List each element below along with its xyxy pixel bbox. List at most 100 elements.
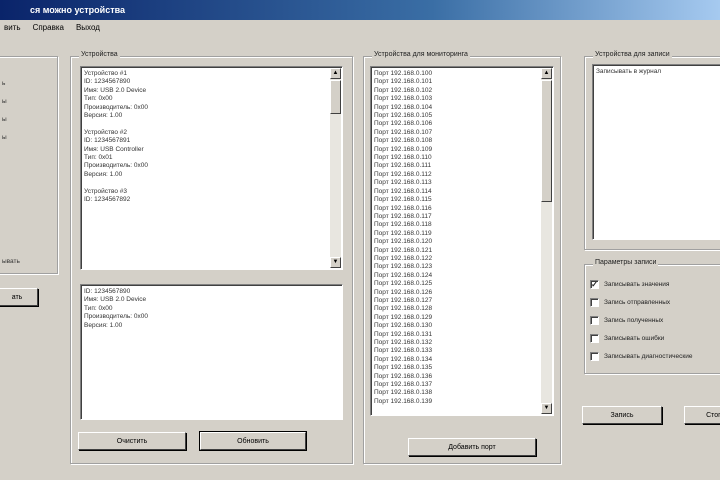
- scroll-down-icon[interactable]: ▼: [330, 257, 341, 268]
- add-port-button[interactable]: Добавить порт: [408, 438, 536, 456]
- list-item[interactable]: Порт 192.168.0.108: [374, 137, 553, 145]
- list-item[interactable]: Порт 192.168.0.132: [374, 339, 553, 347]
- list-item[interactable]: Производитель: 0x00: [84, 162, 342, 170]
- list-item[interactable]: Тип: 0x00: [84, 305, 342, 313]
- checkbox-1[interactable]: [590, 298, 599, 307]
- monitor-scroll-thumb[interactable]: [541, 80, 552, 202]
- option-row-3[interactable]: Записывать ошибки: [590, 334, 664, 343]
- list-item[interactable]: Тип: 0x00: [84, 95, 342, 103]
- list-item[interactable]: Порт 192.168.0.103: [374, 95, 553, 103]
- list-item[interactable]: Порт 192.168.0.125: [374, 280, 553, 288]
- list-item[interactable]: Порт 192.168.0.109: [374, 146, 553, 154]
- left-button[interactable]: ать: [0, 288, 38, 306]
- checkbox-3[interactable]: [590, 334, 599, 343]
- list-item[interactable]: Порт 192.168.0.120: [374, 238, 553, 246]
- list-item[interactable]: [84, 120, 342, 128]
- refresh-button[interactable]: Обновить: [199, 431, 307, 451]
- list-item[interactable]: Порт 192.168.0.100: [374, 70, 553, 78]
- list-item[interactable]: Порт 192.168.0.124: [374, 272, 553, 280]
- list-item[interactable]: Порт 192.168.0.126: [374, 289, 553, 297]
- list-item[interactable]: Версия: 1.00: [84, 171, 342, 179]
- list-item[interactable]: [84, 179, 342, 187]
- list-item[interactable]: ID: 1234567890: [84, 288, 342, 296]
- checkbox-2[interactable]: [590, 316, 599, 325]
- list-item[interactable]: Имя: USB 2.0 Device: [84, 296, 342, 304]
- list-item[interactable]: Порт 192.168.0.121: [374, 247, 553, 255]
- menu-item-exit[interactable]: Выход: [76, 23, 100, 36]
- list-item[interactable]: Порт 192.168.0.101: [374, 78, 553, 86]
- list-item[interactable]: Производитель: 0x00: [84, 313, 342, 321]
- selected-list[interactable]: Записывать в журнал: [592, 64, 720, 240]
- monitor-scroll-up-icon[interactable]: ▲: [541, 68, 552, 79]
- option-row-4[interactable]: Записывать диагностические: [590, 352, 692, 361]
- list-item[interactable]: Порт 192.168.0.127: [374, 297, 553, 305]
- stop-record-button[interactable]: Стоп: [684, 406, 720, 424]
- list-item[interactable]: Имя: USB Controller: [84, 146, 342, 154]
- list-item[interactable]: Устройство #3: [84, 188, 342, 196]
- scroll-up-icon[interactable]: ▲: [330, 68, 341, 79]
- list-item[interactable]: ID: 1234567891: [84, 137, 342, 145]
- list-item[interactable]: Порт 192.168.0.123: [374, 263, 553, 271]
- list-item[interactable]: Порт 192.168.0.115: [374, 196, 553, 204]
- list-item[interactable]: Тип: 0x01: [84, 154, 342, 162]
- list-item[interactable]: Порт 192.168.0.114: [374, 188, 553, 196]
- list-item[interactable]: Версия: 1.00: [84, 112, 342, 120]
- left-item-1[interactable]: ы: [2, 98, 7, 105]
- options-group-label: Параметры записи: [593, 259, 659, 266]
- list-item[interactable]: Порт 192.168.0.128: [374, 305, 553, 313]
- left-item-3[interactable]: ы: [2, 134, 7, 141]
- left-item-0[interactable]: ь: [2, 80, 5, 87]
- list-item[interactable]: Устройство #2: [84, 129, 342, 137]
- checkbox-4[interactable]: [590, 352, 599, 361]
- clear-button[interactable]: Очистить: [78, 432, 186, 450]
- monitor-scroll-down-icon[interactable]: ▼: [541, 403, 552, 414]
- list-item[interactable]: Порт 192.168.0.131: [374, 331, 553, 339]
- list-item[interactable]: Порт 192.168.0.104: [374, 104, 553, 112]
- menu-item-0[interactable]: вить: [4, 23, 21, 36]
- option-row-1[interactable]: Запись отправленных: [590, 298, 670, 307]
- list-item[interactable]: Порт 192.168.0.118: [374, 221, 553, 229]
- list-item[interactable]: Порт 192.168.0.130: [374, 322, 553, 330]
- monitor-list-scrollbar[interactable]: ▲ ▼: [541, 68, 552, 414]
- list-item[interactable]: Порт 192.168.0.112: [374, 171, 553, 179]
- option-label-4: Записывать диагностические: [604, 353, 693, 360]
- devices-list-scrollbar[interactable]: ▲ ▼: [330, 68, 341, 268]
- list-item[interactable]: Порт 192.168.0.105: [374, 112, 553, 120]
- list-item[interactable]: ID: 1234567890: [84, 78, 342, 86]
- list-item[interactable]: Порт 192.168.0.134: [374, 356, 553, 364]
- list-item[interactable]: Производитель: 0x00: [84, 104, 342, 112]
- option-row-2[interactable]: Запись полученных: [590, 316, 663, 325]
- list-item[interactable]: Порт 192.168.0.119: [374, 230, 553, 238]
- monitor-list[interactable]: Порт 192.168.0.100 Порт 192.168.0.101 Порт…: [370, 66, 554, 416]
- left-item-2[interactable]: ы: [2, 116, 7, 123]
- list-item[interactable]: Порт 192.168.0.139: [374, 398, 553, 406]
- list-item[interactable]: Порт 192.168.0.129: [374, 314, 553, 322]
- list-item[interactable]: Устройство #1: [84, 70, 342, 78]
- devices-list[interactable]: Устройство #1 ID: 1234567890 Имя: USB 2.0 …: [80, 66, 343, 270]
- list-item[interactable]: Порт 192.168.0.135: [374, 364, 553, 372]
- device-details-list[interactable]: ID: 1234567890 Имя: USB 2.0 Device Тип: 0x…: [80, 284, 343, 420]
- scroll-thumb[interactable]: [330, 80, 341, 114]
- list-item[interactable]: Порт 192.168.0.137: [374, 381, 553, 389]
- option-row-0[interactable]: ✓ Записывать значения: [590, 280, 669, 289]
- list-item[interactable]: Порт 192.168.0.113: [374, 179, 553, 187]
- start-record-button[interactable]: Запись: [582, 406, 662, 424]
- list-item[interactable]: Записывать в журнал: [596, 68, 720, 76]
- list-item[interactable]: Порт 192.168.0.110: [374, 154, 553, 162]
- list-item[interactable]: Порт 192.168.0.136: [374, 373, 553, 381]
- checkbox-0[interactable]: ✓: [590, 280, 599, 289]
- list-item[interactable]: Порт 192.168.0.102: [374, 87, 553, 95]
- list-item[interactable]: Порт 192.168.0.116: [374, 205, 553, 213]
- window-title-bar[interactable]: ся можно устройства: [0, 0, 720, 20]
- list-item[interactable]: Порт 192.168.0.117: [374, 213, 553, 221]
- list-item[interactable]: Порт 192.168.0.107: [374, 129, 553, 137]
- list-item[interactable]: Версия: 1.00: [84, 322, 342, 330]
- list-item[interactable]: Порт 192.168.0.111: [374, 162, 553, 170]
- list-item[interactable]: Порт 192.168.0.122: [374, 255, 553, 263]
- list-item[interactable]: Имя: USB 2.0 Device: [84, 87, 342, 95]
- list-item[interactable]: Порт 192.168.0.138: [374, 389, 553, 397]
- list-item[interactable]: ID: 1234567892: [84, 196, 342, 204]
- menu-item-help[interactable]: Справка: [33, 23, 64, 36]
- list-item[interactable]: Порт 192.168.0.106: [374, 120, 553, 128]
- list-item[interactable]: Порт 192.168.0.133: [374, 347, 553, 355]
